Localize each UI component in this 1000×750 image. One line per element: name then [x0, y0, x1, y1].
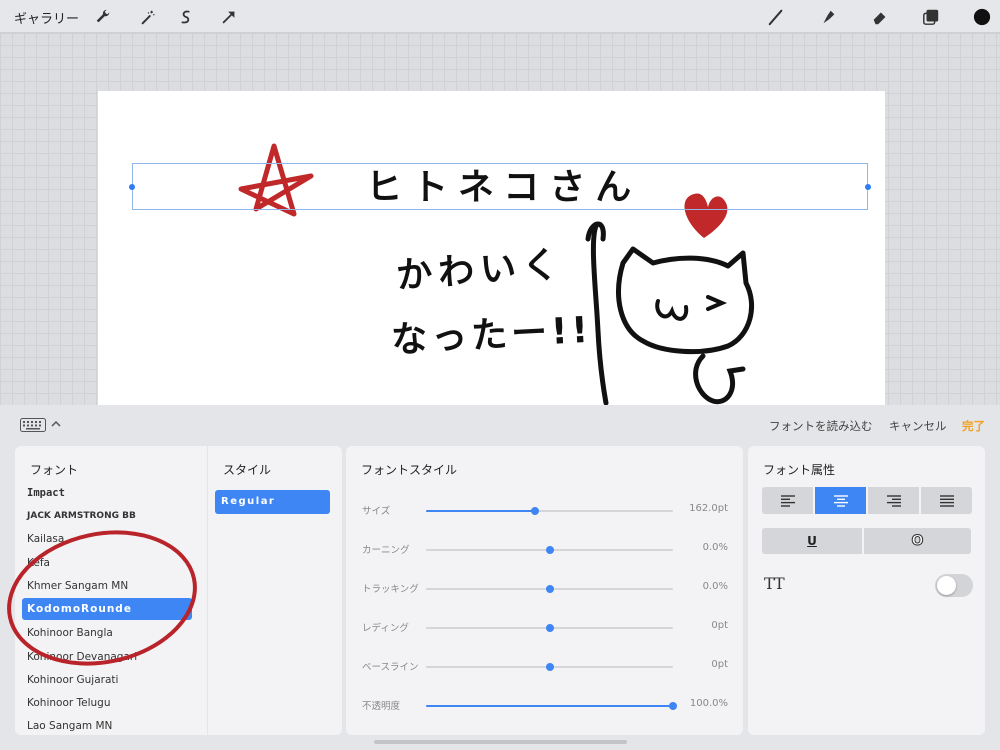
size-slider-thumb[interactable]: [530, 507, 539, 515]
home-indicator: [374, 740, 627, 744]
font-attributes-title: フォント属性: [763, 463, 836, 477]
right-resize-handle[interactable]: [865, 184, 871, 190]
kerning-slider-row: カーニング 0.0%: [362, 540, 728, 560]
baseline-slider-row: ベースライン 0pt: [362, 657, 728, 677]
style-list-panel: スタイル Regular: [208, 446, 342, 735]
font-item-impact[interactable]: Impact: [22, 482, 192, 504]
style-item-regular[interactable]: Regular: [215, 490, 330, 514]
baseline-value: 0pt: [711, 659, 728, 670]
text-layer-content[interactable]: ヒトネコさん: [366, 166, 641, 210]
outline-button[interactable]: O: [864, 528, 971, 554]
kerning-label: カーニング: [362, 545, 410, 556]
artwork-canvas[interactable]: ヒトネコさん かわいく なったー!!: [98, 91, 885, 405]
size-slider-row: サイズ 162.0pt: [362, 501, 728, 521]
kerning-slider[interactable]: [426, 546, 673, 554]
magic-wand-icon[interactable]: [137, 6, 159, 28]
underline-button[interactable]: U: [762, 528, 862, 554]
font-list-panel: フォント Impact JACK ARMSTRONG BB Kailasa Ke…: [15, 446, 207, 735]
handwriting-line-1: かわいく: [395, 244, 566, 297]
top-toolbar: ギャラリー: [0, 0, 1000, 33]
layers-icon[interactable]: [920, 6, 942, 28]
leading-slider[interactable]: [426, 624, 673, 632]
underline-icon: U: [807, 534, 817, 548]
kerning-value: 0.0%: [702, 542, 728, 553]
font-item-kohinoor-telugu[interactable]: Kohinoor Telugu: [22, 692, 192, 714]
canvas-area[interactable]: ヒトネコさん かわいく なったー!!: [0, 33, 1000, 405]
font-item-jack-armstrong[interactable]: JACK ARMSTRONG BB: [22, 505, 192, 527]
chevron-up-icon[interactable]: [50, 418, 62, 430]
font-list-title: フォント: [30, 463, 79, 477]
font-item-khmer-sangam[interactable]: Khmer Sangam MN: [22, 575, 192, 597]
opacity-slider-thumb[interactable]: [669, 702, 677, 710]
leading-value: 0pt: [711, 620, 728, 631]
font-item-kefa[interactable]: Kefa: [22, 552, 192, 574]
font-attributes-panel: フォント属性 U O TT: [748, 446, 985, 735]
align-right-icon: [886, 494, 901, 507]
align-justify-button[interactable]: [921, 487, 972, 514]
tracking-slider-row: トラッキング 0.0%: [362, 579, 728, 599]
keyboard-icon[interactable]: [20, 418, 46, 432]
leading-label: レディング: [362, 623, 409, 634]
font-item-kohinoor-bangla[interactable]: Kohinoor Bangla: [22, 622, 192, 644]
wrench-icon[interactable]: [92, 6, 114, 28]
leading-slider-thumb[interactable]: [545, 624, 554, 632]
smudge-icon[interactable]: [817, 6, 839, 28]
opacity-label: 不透明度: [362, 701, 401, 712]
font-item-kohinoor-gujarati[interactable]: Kohinoor Gujarati: [22, 669, 192, 691]
size-label: サイズ: [362, 506, 391, 517]
size-value: 162.0pt: [689, 503, 728, 514]
transform-arrow-icon[interactable]: [218, 6, 240, 28]
font-item-lao-sangam[interactable]: Lao Sangam MN: [22, 715, 192, 735]
toggle-knob: [937, 576, 956, 595]
size-slider[interactable]: [426, 507, 673, 515]
align-center-button[interactable]: [815, 487, 866, 514]
align-left-button[interactable]: [762, 487, 813, 514]
baseline-slider[interactable]: [426, 663, 673, 671]
eraser-icon[interactable]: [869, 6, 891, 28]
tracking-slider[interactable]: [426, 585, 673, 593]
import-fonts-button[interactable]: フォントを読み込む: [769, 418, 873, 434]
left-resize-handle[interactable]: [129, 184, 135, 190]
outline-icon: O: [911, 533, 924, 550]
text-edit-bar: フォントを読み込む キャンセル 完了: [0, 405, 1000, 445]
align-right-button[interactable]: [868, 487, 919, 514]
selection-s-icon[interactable]: [175, 6, 197, 28]
cancel-button[interactable]: キャンセル: [889, 418, 947, 434]
leading-slider-row: レディング 0pt: [362, 618, 728, 638]
opacity-slider-row: 不透明度 100.0%: [362, 696, 728, 716]
font-style-panel: フォントスタイル サイズ 162.0pt カーニング 0.0% トラッキング 0…: [346, 446, 743, 735]
color-swatch[interactable]: [971, 6, 993, 28]
opacity-slider[interactable]: [426, 702, 677, 710]
brush-icon[interactable]: [765, 6, 787, 28]
done-button[interactable]: 完了: [962, 418, 985, 434]
tracking-slider-thumb[interactable]: [545, 585, 554, 593]
font-style-title: フォントスタイル: [361, 463, 458, 477]
align-left-icon: [780, 494, 795, 507]
baseline-slider-thumb[interactable]: [545, 663, 554, 671]
font-item-kohinoor-devanagari[interactable]: Kohinoor Devanagari: [22, 646, 192, 668]
kerning-slider-thumb[interactable]: [545, 546, 554, 554]
font-item-kodomorounde[interactable]: KodomoRounde: [22, 598, 192, 620]
opacity-value: 100.0%: [689, 698, 728, 709]
gallery-button[interactable]: ギャラリー: [14, 8, 79, 27]
align-justify-icon: [939, 494, 954, 507]
cat-doodle: [590, 223, 609, 405]
baseline-label: ベースライン: [362, 662, 419, 673]
handwriting-line-2: なったー!!: [390, 309, 593, 362]
all-caps-label: TT: [764, 574, 785, 593]
align-center-icon: [833, 494, 848, 507]
font-item-kailasa[interactable]: Kailasa: [22, 528, 192, 550]
tracking-value: 0.0%: [702, 581, 728, 592]
all-caps-toggle[interactable]: [935, 574, 973, 597]
tracking-label: トラッキング: [362, 584, 419, 595]
style-list-title: スタイル: [223, 463, 272, 477]
